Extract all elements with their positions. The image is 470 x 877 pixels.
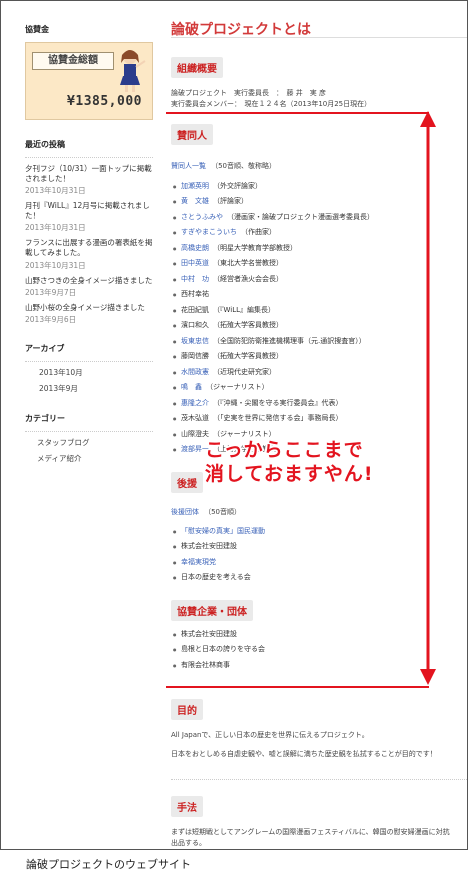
category-link[interactable]: メディア紹介 [25,454,153,464]
list-item-note: （『沖縄・尖閣を守る実行委員会』代表） [213,398,343,407]
post-date: 2013年10月31日 [25,223,86,233]
method-text-2: 出品する。 [171,838,206,847]
list-item-note: （ジャーナリスト） [206,383,269,392]
category-heading: カテゴリー [25,414,65,424]
purpose-heading: 目的 [171,699,203,721]
list-item-note: （全国防犯防衛推進機構理事（元.通訳捜査官）） [213,336,366,345]
overview-heading: 組織概要 [171,57,223,78]
list-item-note: （明星大学教育学部教授） [213,243,297,252]
divider [171,778,467,780]
post-date: 2013年10月31日 [25,185,86,195]
list-item-name[interactable]: 高橋史朗 [181,244,209,252]
list-item-name: 山際澄夫 [181,429,209,438]
list-item-name[interactable]: 坂東忠信 [181,337,209,345]
list-item-name[interactable]: 「慰安婦の真実」国民運動 [181,527,265,535]
list-item-note: （漫画家・論破プロジェクト漫画選考委員長） [227,212,374,221]
category-link[interactable]: スタッフブログ [25,438,153,448]
image-caption: 論破プロジェクトのウェブサイト [26,858,191,871]
list-item-note: （『WiLL』編集長） [213,305,276,314]
supporters-list-link[interactable]: 賛同人一覧 [171,162,206,170]
list-item-name: 株式会社安田建設 [181,542,237,551]
purpose-text-2: 日本をおとしめる自虐史観や、嘘と誤解に満ちた歴史観を払拭することが目的です！ [171,750,437,759]
overview-chair: 論破プロジェクト 実行委員長 ： 藤 井 実 彦 [171,89,326,97]
list-item-note: （ジャーナリスト） [213,429,276,438]
screenshot-frame: 協賛金 協賛金総額 ¥1385,000 最近の投稿 夕刊フジ（10/31）一面ト… [0,0,468,850]
anime-girl-illustration [120,49,146,92]
list-item-name: 茂木弘道 [181,414,209,423]
post-link[interactable]: フランスに出展する漫画の署表紙を掲載してみました。 [25,238,153,258]
post-link[interactable]: 月刊『WiLL』12月号に掲載されました！ [25,201,153,221]
archive-link[interactable]: 2013年10月 [25,368,153,378]
list-item-name[interactable]: 惠隆之介 [181,399,209,407]
archive-heading: アーカイブ [25,344,65,354]
list-item-name: 西村幸祐 [181,290,209,299]
post-date: 2013年10月31日 [25,260,86,270]
annotation-bottom-line [166,686,429,688]
list-item-name: 花田紀凱 [181,305,209,314]
annotation-top-line [166,112,429,114]
page-title: 論破プロジェクトとは [171,22,311,38]
list-item-note: （「史実を世界に発信する会」事務局長） [213,414,343,423]
support-note: （50音順） [204,507,242,516]
list-item-name[interactable]: 鳴 鑫 [181,383,202,391]
list-item-note: （外交評論家） [213,181,262,190]
overview-members: 実行委員会メンバー： 現在１２４名（2013年10月25日現在） [171,100,372,109]
list-item-name[interactable]: 水間政憲 [181,368,209,376]
banner-title: 協賛金総額 [32,51,114,70]
list-item-name[interactable]: 黄 文雄 [181,197,209,205]
archive-link[interactable]: 2013年9月 [25,384,153,394]
list-item-name: 島根と日本の誇りを守る会 [181,645,265,654]
list-item-name[interactable]: 田中英道 [181,259,209,267]
support-org-link[interactable]: 後援団体 [171,508,199,516]
method-text-1: まずは短期戦としてアングレームの国際漫画フェスティバルに、韓国の慰安婦漫画に対抗 [171,827,450,836]
companies-heading: 協賛企業・団体 [171,599,253,621]
support-heading: 後援 [171,471,203,493]
annotation-line-1: こっからここまで [205,439,364,461]
list-item-name: 濱口和久 [181,321,209,330]
recent-posts-heading: 最近の投稿 [25,139,65,149]
list-item-name: 株式会社安田建設 [181,629,237,638]
post-date: 2013年9月7日 [25,287,77,297]
divider [25,361,153,363]
list-item-name: 藤岡信勝 [181,352,209,361]
annotation-text: こっからここまで 消しておますやん! [205,439,374,487]
list-item-note: （作曲家） [241,228,276,237]
purpose-text-1: All Japanで、正しい日本の歴史を世界に伝えるプロジェクト。 [171,731,369,740]
sponsor-banner[interactable]: 協賛金総額 ¥1385,000 [25,41,153,120]
post-link[interactable]: 山野さつきの全身イメージ描きました [25,276,153,286]
list-item-name[interactable]: 幸福実現党 [181,558,216,566]
post-link[interactable]: 山野小桜の全身イメージ描きました [25,303,153,313]
list-item-note: （近現代史研究家） [213,367,276,376]
divider [25,156,153,158]
post-link[interactable]: 夕刊フジ（10/31）一面トップに掲載されました！ [25,164,153,184]
post-date: 2013年9月6日 [25,315,77,325]
list-item-name[interactable]: 加瀬英明 [181,182,209,190]
supporters-note: （50音順、敬称略） [211,162,277,171]
sidebar: 協賛金 協賛金総額 ¥1385,000 最近の投稿 夕刊フジ（10/31）一面ト… [25,25,153,470]
list-item-name: 日本の歴史を考える会 [181,573,251,582]
list-item-name[interactable]: すぎやまこういち [181,228,237,236]
banner-amount: ¥1385,000 [67,94,142,110]
divider [25,431,153,433]
list-item-note: （拓殖大学客員教授） [213,321,283,330]
list-item-note: （経営者漁火会会長） [213,274,283,283]
sponsor-heading: 協賛金 [25,25,49,34]
list-item-note: （評論家） [213,197,248,206]
list-item-note: （東北大学名誉教授） [213,259,283,268]
list-item-name[interactable]: さとうふみや [181,213,223,221]
supporters-heading: 賛同人 [171,124,213,146]
list-item-name: 有限会社林商事 [181,660,230,669]
method-heading: 手法 [171,795,203,817]
list-item-name[interactable]: 中村 功 [181,275,209,283]
list-item-note: （拓殖大学客員教授） [213,352,283,361]
double-arrow-icon [420,111,436,685]
annotation-line-2: 消しておますやん! [205,462,374,485]
